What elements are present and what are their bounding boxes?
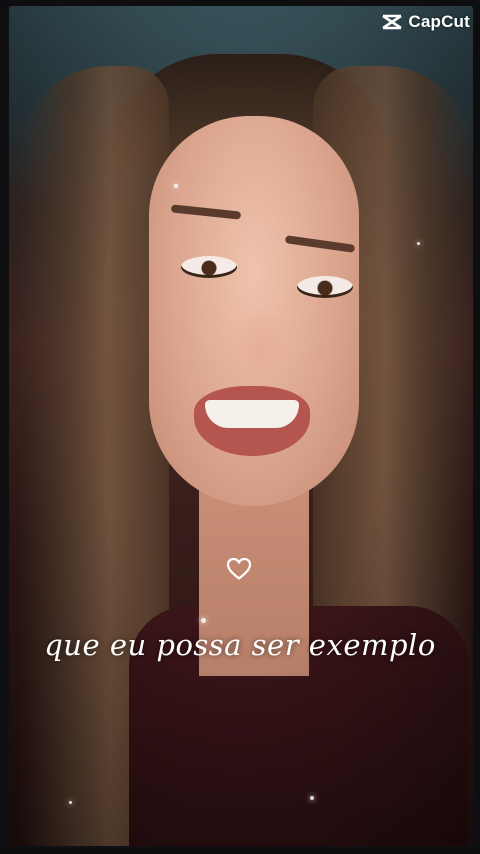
sparkle (417, 242, 420, 245)
teeth (205, 400, 299, 428)
sparkle (174, 184, 178, 188)
capcut-logo-icon (382, 14, 403, 30)
video-content[interactable] (9, 6, 473, 846)
watermark-text: CapCut (408, 12, 470, 31)
sparkle (310, 796, 314, 800)
sparkle (69, 801, 72, 804)
capcut-watermark: CapCut (381, 12, 470, 32)
video-frame: CapCut que eu possa ser exemplo (0, 0, 480, 854)
right-eye (297, 276, 353, 298)
sparkle (201, 618, 206, 623)
heart-outline-icon (226, 557, 252, 580)
nose (232, 306, 292, 368)
left-eye (181, 256, 237, 278)
video-caption: que eu possa ser exemplo (44, 628, 436, 662)
